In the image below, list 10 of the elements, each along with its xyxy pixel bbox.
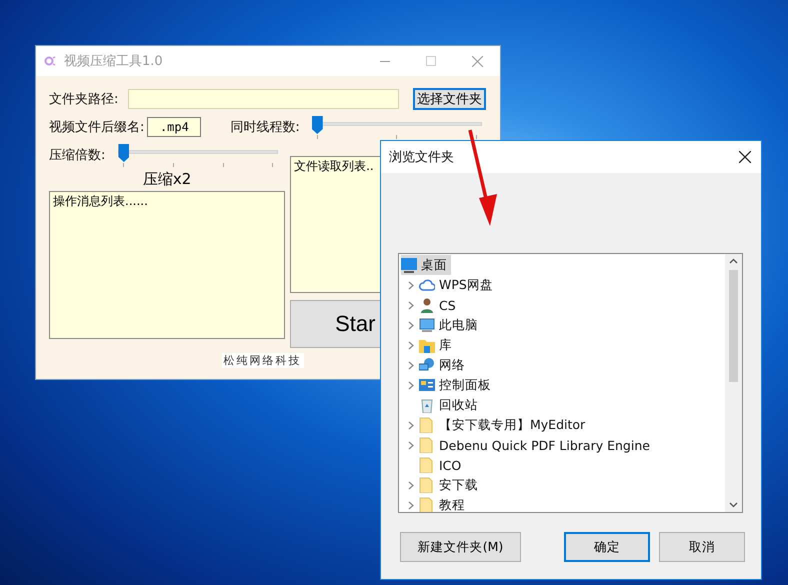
list-text: 操作消息列表...... xyxy=(53,194,148,208)
dialog-title: 浏览文件夹 xyxy=(389,149,454,166)
field-label: 压缩倍数: xyxy=(49,147,106,164)
footer-text: 松纯网络科技 xyxy=(222,353,304,368)
compression-reading: 压缩x2 xyxy=(142,170,192,189)
window-title: 视频压缩工具1.0 xyxy=(64,53,164,70)
field-label: 视频文件后缀名: xyxy=(49,119,144,136)
list-text: 文件读取列表.. xyxy=(294,159,374,173)
field-label: 文件夹路径: xyxy=(49,91,118,108)
field-label: 同时线程数: xyxy=(230,119,300,136)
